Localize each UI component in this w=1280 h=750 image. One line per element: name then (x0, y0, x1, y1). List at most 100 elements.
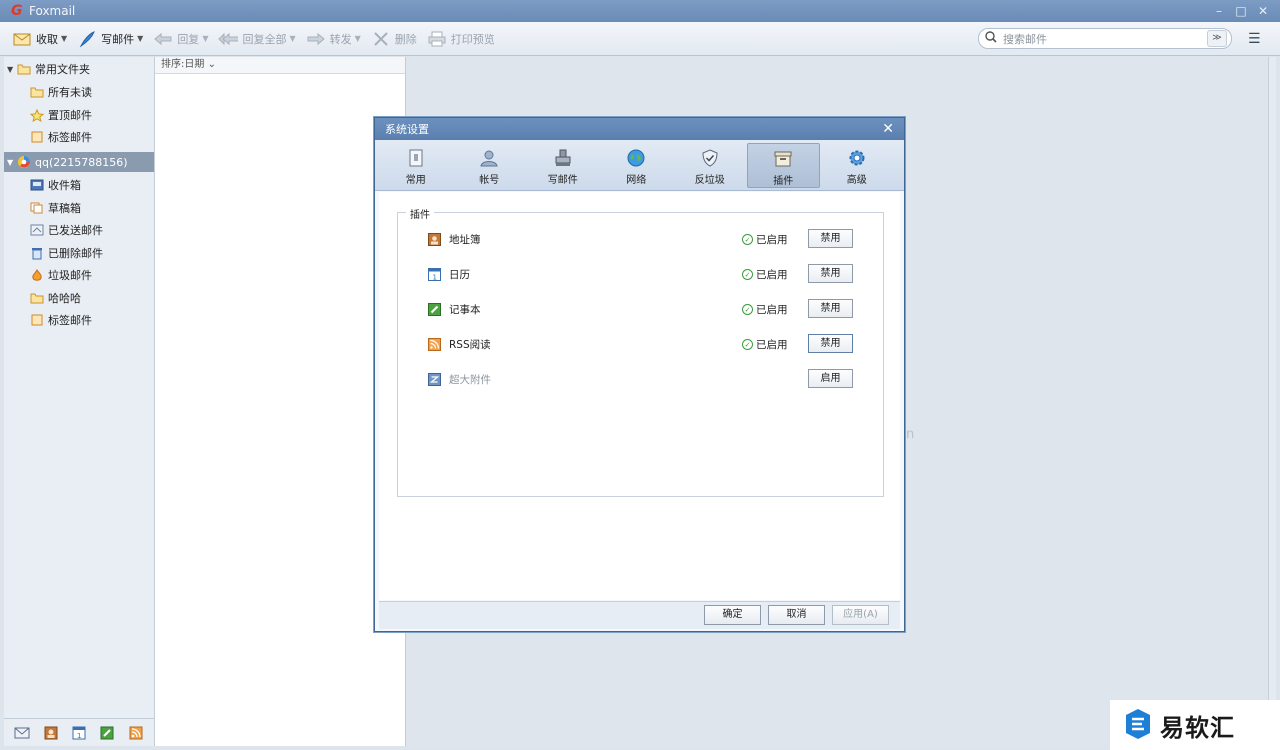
compose-button[interactable]: 写邮件 ▼ (77, 27, 143, 51)
folder-drafts[interactable]: 草稿箱 (4, 198, 154, 218)
plugin-status: ✓ 已启用 (742, 232, 788, 247)
mail-list-pane: 排序:日期 ⌄ (155, 57, 406, 746)
folder-icon (17, 63, 31, 75)
stamp-icon (553, 148, 573, 168)
drafts-icon (30, 202, 44, 214)
delete-button[interactable]: 删除 (371, 27, 417, 51)
module-switcher: 1 (4, 718, 154, 746)
feather-pen-icon (77, 30, 97, 48)
bookmark-icon (30, 131, 44, 143)
check-circle-icon: ✓ (742, 304, 753, 315)
tab-general[interactable]: 常用 (379, 143, 453, 188)
plugin-row-rss: RSS阅读 ✓ 已启用 禁用 (428, 334, 854, 354)
address-book-icon[interactable] (43, 726, 59, 740)
user-icon (479, 148, 499, 168)
folder-junk[interactable]: 垃圾邮件 (4, 265, 154, 285)
star-icon (30, 108, 44, 122)
folder-deleted[interactable]: 已删除邮件 (4, 243, 154, 263)
svg-text:1: 1 (433, 273, 437, 281)
disable-calendar-button[interactable]: 禁用 (808, 264, 853, 283)
chevron-down-icon: ▼ (61, 34, 68, 43)
plugin-status: ✓ 已启用 (742, 267, 788, 282)
folder-tagged-account[interactable]: 标签邮件 (4, 310, 154, 330)
foxmail-logo-icon: G (11, 3, 23, 19)
printer-icon (427, 30, 447, 48)
expand-arrow-icon[interactable]: ▼ (7, 65, 17, 74)
rss-icon[interactable] (128, 726, 144, 740)
watermark-logo-icon (1124, 707, 1152, 744)
folder-inbox[interactable]: 收件箱 (4, 175, 154, 195)
window-controls: – □ ✕ (1208, 3, 1274, 19)
tab-advanced[interactable]: 高级 (820, 143, 894, 188)
title-bar: G Foxmail – □ ✕ (0, 0, 1280, 22)
check-circle-icon: ✓ (742, 339, 753, 350)
notepad-icon[interactable] (99, 726, 115, 740)
dialog-close-button[interactable]: ✕ (882, 121, 894, 137)
plugin-row-notepad: 记事本 ✓ 已启用 禁用 (428, 299, 854, 319)
tab-network[interactable]: 网络 (600, 143, 674, 188)
forward-button[interactable]: 转发 ▼ (306, 27, 361, 51)
folder-tagged[interactable]: 标签邮件 (4, 127, 154, 147)
chevron-down-icon: ▼ (202, 34, 209, 43)
folder-all-unread[interactable]: 所有未读 (4, 82, 154, 102)
search-options-dropdown[interactable]: ≫ (1207, 30, 1227, 47)
tab-account[interactable]: 帐号 (453, 143, 527, 188)
envelope-icon (12, 30, 32, 48)
main-menu-icon[interactable]: ☰ (1248, 31, 1264, 47)
expand-arrow-icon[interactable]: ▼ (7, 158, 17, 167)
folder-pane: ▼ 常用文件夹 所有未读 置顶邮件 标签邮件 ▼ qq(2215788156) … (4, 57, 155, 746)
dialog-title-bar: 系统设置 ✕ (375, 118, 904, 140)
search-input[interactable]: 搜索邮件 ≫ (978, 28, 1232, 49)
plugins-group-label: 插件 (406, 206, 434, 221)
disable-rss-button[interactable]: 禁用 (808, 334, 853, 353)
globe-icon (626, 148, 646, 168)
tab-compose[interactable]: 写邮件 (526, 143, 600, 188)
disable-address-book-button[interactable]: 禁用 (808, 229, 853, 248)
folder-icon (30, 292, 44, 304)
folder-sent[interactable]: 已发送邮件 (4, 220, 154, 240)
tab-antispam[interactable]: 反垃圾 (673, 143, 747, 188)
tab-plugins[interactable]: 插件 (746, 143, 820, 188)
plugin-row-calendar: 1 日历 ✓ 已启用 禁用 (428, 264, 854, 284)
chevron-down-icon: ▼ (354, 34, 361, 43)
account-logo-icon (17, 156, 31, 168)
ok-button[interactable]: 确定 (704, 605, 761, 625)
sort-selector[interactable]: 排序:日期 ⌄ (155, 57, 405, 74)
apply-button[interactable]: 应用(A) (832, 605, 889, 625)
address-book-icon (428, 232, 441, 246)
folder-custom[interactable]: 哈哈哈 (4, 288, 154, 308)
trash-icon (30, 247, 44, 259)
forward-arrow-icon (306, 30, 326, 48)
reading-pane-background-text: n (906, 427, 915, 442)
minimize-button[interactable]: – (1208, 3, 1230, 19)
favorites-folder-group[interactable]: ▼ 常用文件夹 (4, 59, 154, 79)
calendar-icon: 1 (428, 267, 441, 281)
enable-large-attachment-button[interactable]: 启用 (808, 369, 853, 388)
reply-all-button[interactable]: 回复全部 ▼ (218, 27, 296, 51)
notepad-icon (428, 302, 441, 316)
junk-fire-icon (30, 268, 44, 281)
chevron-down-icon: ▼ (289, 34, 296, 43)
large-attachment-icon (428, 372, 441, 386)
dialog-footer: 确定 取消 应用(A) (379, 601, 900, 629)
cancel-button[interactable]: 取消 (768, 605, 825, 625)
folder-pinned[interactable]: 置顶邮件 (4, 105, 154, 125)
settings-tab-bar: 常用 帐号 写邮件 网络 反垃圾 插件 高级 (375, 140, 904, 191)
reply-button[interactable]: 回复 ▼ (153, 27, 208, 51)
svg-text:1: 1 (77, 732, 81, 740)
system-settings-dialog: 系统设置 ✕ 常用 帐号 写邮件 网络 反垃圾 插件 高级 插件 地址簿 ✓ 已… (374, 117, 905, 632)
close-window-button[interactable]: ✕ (1252, 3, 1274, 19)
receive-button[interactable]: 收取 ▼ (12, 27, 67, 51)
calendar-icon[interactable]: 1 (71, 726, 87, 740)
main-toolbar: 收取 ▼ 写邮件 ▼ 回复 ▼ 回复全部 ▼ 转发 ▼ 删除 打印预览 搜索邮件… (0, 22, 1280, 56)
print-preview-button[interactable]: 打印预览 (427, 27, 495, 51)
disable-notepad-button[interactable]: 禁用 (808, 299, 853, 318)
mail-module-icon[interactable] (14, 726, 30, 740)
check-circle-icon: ✓ (742, 234, 753, 245)
maximize-button[interactable]: □ (1230, 3, 1252, 19)
vertical-scrollbar[interactable] (1268, 57, 1276, 746)
account-qq[interactable]: ▼ qq(2215788156) (4, 152, 154, 172)
search-placeholder: 搜索邮件 (1003, 32, 1047, 46)
plugin-row-large-attachment: 超大附件 启用 (428, 369, 854, 389)
search-icon (985, 31, 997, 46)
